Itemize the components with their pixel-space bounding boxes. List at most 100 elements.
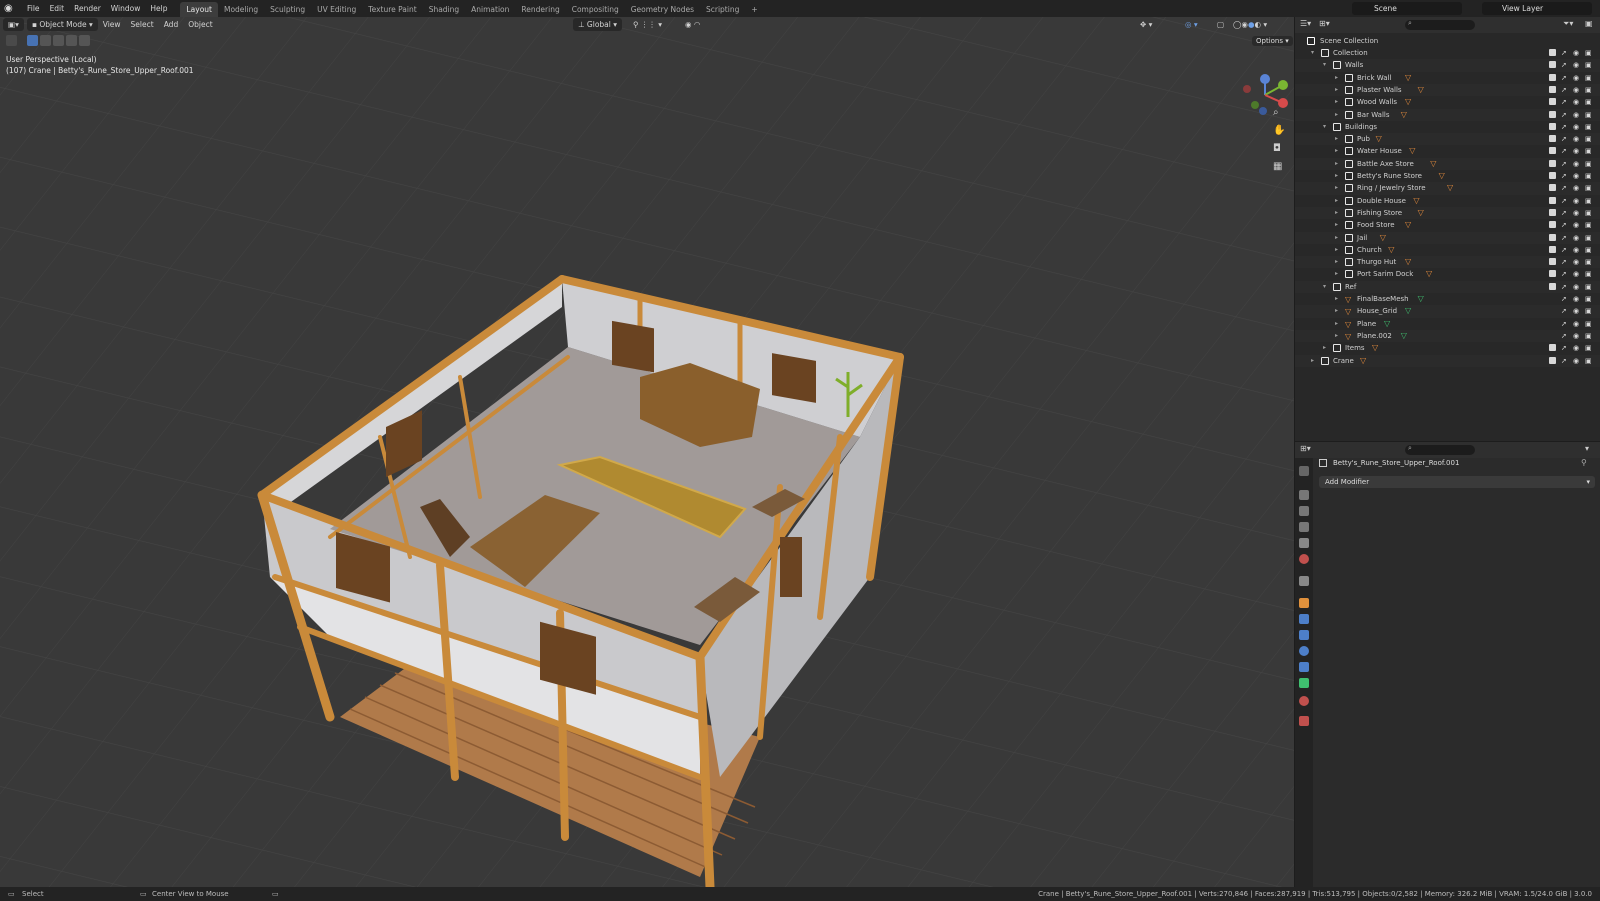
visibility-eye-icon[interactable]: ◉ xyxy=(1573,219,1579,231)
render-toggle-icon[interactable]: ▣ xyxy=(1585,195,1592,207)
chevron-right-icon[interactable]: ▸ xyxy=(1335,133,1343,145)
selectable-toggle-icon[interactable]: ➚ xyxy=(1561,305,1567,317)
chevron-right-icon[interactable]: ▸ xyxy=(1335,109,1343,121)
chevron-right-icon[interactable]: ▸ xyxy=(1335,244,1343,256)
selectable-toggle-icon[interactable]: ➚ xyxy=(1561,133,1567,145)
select-new-icon[interactable] xyxy=(27,35,38,46)
outliner-row[interactable]: ▸ Jail ▽ ➚ ◉ ▣ xyxy=(1295,231,1600,244)
visibility-eye-icon[interactable]: ◉ xyxy=(1573,96,1579,108)
exclude-checkbox[interactable] xyxy=(1549,110,1556,118)
exclude-checkbox[interactable] xyxy=(1549,356,1556,364)
visibility-eye-icon[interactable]: ◉ xyxy=(1573,305,1579,317)
shading-mode-icons[interactable]: ◯◉●◐ ▾ xyxy=(1228,18,1272,31)
menu-object[interactable]: Object xyxy=(183,18,217,31)
xray-toggle-icon[interactable]: ▢ xyxy=(1212,18,1229,31)
world-tab-icon[interactable] xyxy=(1299,554,1309,564)
render-toggle-icon[interactable]: ▣ xyxy=(1585,293,1592,305)
visibility-eye-icon[interactable]: ◉ xyxy=(1573,207,1579,219)
chevron-right-icon[interactable]: ▸ xyxy=(1335,330,1343,342)
outliner-row[interactable]: ▸ Crane ▽ ➚ ◉ ▣ xyxy=(1295,354,1600,367)
tab-uv-editing[interactable]: UV Editing xyxy=(311,2,362,17)
tab-sculpting[interactable]: Sculpting xyxy=(264,2,311,17)
exclude-checkbox[interactable] xyxy=(1549,208,1556,216)
tab-compositing[interactable]: Compositing xyxy=(566,2,625,17)
view-layer-tab-icon[interactable] xyxy=(1299,522,1309,532)
pin-icon[interactable]: ⚲ xyxy=(1581,458,1587,467)
render-toggle-icon[interactable]: ▣ xyxy=(1585,232,1592,244)
chevron-down-icon[interactable]: ▾ xyxy=(1311,47,1319,59)
menu-render[interactable]: Render xyxy=(69,0,106,17)
outliner-row[interactable]: ▸ ▽ Plane ▽ ➚ ◉ ▣ xyxy=(1295,318,1600,330)
outliner-row[interactable]: ▸ Plaster Walls ▽ ➚ ◉ ▣ xyxy=(1295,83,1600,97)
visibility-eye-icon[interactable]: ◉ xyxy=(1573,47,1579,59)
selectable-toggle-icon[interactable]: ➚ xyxy=(1561,96,1567,108)
render-toggle-icon[interactable]: ▣ xyxy=(1585,182,1592,194)
selectable-toggle-icon[interactable]: ➚ xyxy=(1561,268,1567,280)
texture-tab-icon[interactable] xyxy=(1299,716,1309,726)
visibility-eye-icon[interactable]: ◉ xyxy=(1573,355,1579,367)
filter-icon[interactable]: ⏷▾ xyxy=(1563,19,1573,29)
visibility-eye-icon[interactable]: ◉ xyxy=(1573,281,1579,293)
exclude-checkbox[interactable] xyxy=(1549,282,1556,290)
outliner-row[interactable]: ▾ Ref ➚ ◉ ▣ xyxy=(1295,280,1600,293)
chevron-right-icon[interactable]: ▸ xyxy=(1335,170,1343,182)
viewport-scene[interactable] xyxy=(0,17,1294,887)
chevron-right-icon[interactable]: ▸ xyxy=(1311,355,1319,367)
menu-edit[interactable]: Edit xyxy=(45,0,70,17)
render-toggle-icon[interactable]: ▣ xyxy=(1585,330,1592,342)
outliner-row[interactable]: ▸ Port Sarim Dock ▽ ➚ ◉ ▣ xyxy=(1295,268,1600,280)
modifier-tab-icon[interactable] xyxy=(1299,614,1309,624)
exclude-checkbox[interactable] xyxy=(1549,122,1556,130)
outliner-row[interactable]: ▸ Wood Walls ▽ ➚ ◉ ▣ xyxy=(1295,96,1600,108)
selectable-toggle-icon[interactable]: ➚ xyxy=(1561,330,1567,342)
visibility-eye-icon[interactable]: ◉ xyxy=(1573,133,1579,145)
menu-view[interactable]: View xyxy=(98,18,126,31)
exclude-checkbox[interactable] xyxy=(1549,221,1556,229)
render-toggle-icon[interactable]: ▣ xyxy=(1585,72,1592,84)
chevron-right-icon[interactable]: ▸ xyxy=(1335,72,1343,84)
view-layer-selector[interactable]: View Layer xyxy=(1482,2,1592,15)
selectable-toggle-icon[interactable]: ➚ xyxy=(1561,145,1567,157)
outliner-row[interactable]: ▸ ▽ House_Grid ▽ ➚ ◉ ▣ xyxy=(1295,305,1600,318)
selectable-toggle-icon[interactable]: ➚ xyxy=(1561,121,1567,133)
exclude-checkbox[interactable] xyxy=(1549,184,1556,192)
collection-tab-icon[interactable] xyxy=(1299,576,1309,586)
gizmo-toggle-icon[interactable]: ✥ ▾ xyxy=(1135,18,1157,31)
gizmo-neg-y[interactable] xyxy=(1251,101,1259,109)
render-toggle-icon[interactable]: ▣ xyxy=(1585,59,1592,71)
3d-viewport[interactable]: ⌕ ✋ ◘ ▦ xyxy=(0,17,1294,887)
zoom-icon[interactable]: ⌕ xyxy=(1273,107,1287,125)
outliner-display-mode-icon[interactable]: ⊞▾ xyxy=(1319,19,1330,28)
render-toggle-icon[interactable]: ▣ xyxy=(1585,355,1592,367)
visibility-eye-icon[interactable]: ◉ xyxy=(1573,170,1579,182)
selectable-toggle-icon[interactable]: ➚ xyxy=(1561,170,1567,182)
chevron-down-icon[interactable]: ▾ xyxy=(1585,444,1589,453)
exclude-checkbox[interactable] xyxy=(1549,73,1556,81)
outliner-row[interactable]: ▸ Brick Wall ▽ ➚ ◉ ▣ xyxy=(1295,72,1600,84)
selectable-toggle-icon[interactable]: ➚ xyxy=(1561,355,1567,367)
chevron-right-icon[interactable]: ▸ xyxy=(1335,256,1343,268)
exclude-checkbox[interactable] xyxy=(1549,233,1556,241)
render-toggle-icon[interactable]: ▣ xyxy=(1585,281,1592,293)
render-toggle-icon[interactable]: ▣ xyxy=(1585,318,1592,330)
tab-animation[interactable]: Animation xyxy=(465,2,515,17)
constraints-tab-icon[interactable] xyxy=(1299,662,1309,672)
chevron-down-icon[interactable]: ▾ xyxy=(1323,281,1331,293)
selectable-toggle-icon[interactable]: ➚ xyxy=(1561,244,1567,256)
exclude-checkbox[interactable] xyxy=(1549,258,1556,266)
pan-hand-icon[interactable]: ✋ xyxy=(1273,125,1287,143)
exclude-checkbox[interactable] xyxy=(1549,135,1556,143)
render-toggle-icon[interactable]: ▣ xyxy=(1585,133,1592,145)
render-toggle-icon[interactable]: ▣ xyxy=(1585,207,1592,219)
chevron-right-icon[interactable]: ▸ xyxy=(1335,207,1343,219)
render-toggle-icon[interactable]: ▣ xyxy=(1585,219,1592,231)
render-toggle-icon[interactable]: ▣ xyxy=(1585,109,1592,121)
selectable-toggle-icon[interactable]: ➚ xyxy=(1561,232,1567,244)
new-collection-icon[interactable]: ▣ xyxy=(1585,19,1593,28)
selectable-toggle-icon[interactable]: ➚ xyxy=(1561,281,1567,293)
tool-tab-icon[interactable] xyxy=(1299,466,1309,476)
render-toggle-icon[interactable]: ▣ xyxy=(1585,145,1592,157)
snap-icon[interactable]: ⚲ ⋮⋮ ▾ xyxy=(628,18,667,31)
object-tab-icon[interactable] xyxy=(1299,598,1309,608)
outliner-row[interactable]: ▸ ▽ Plane.002 ▽ ➚ ◉ ▣ xyxy=(1295,329,1600,343)
